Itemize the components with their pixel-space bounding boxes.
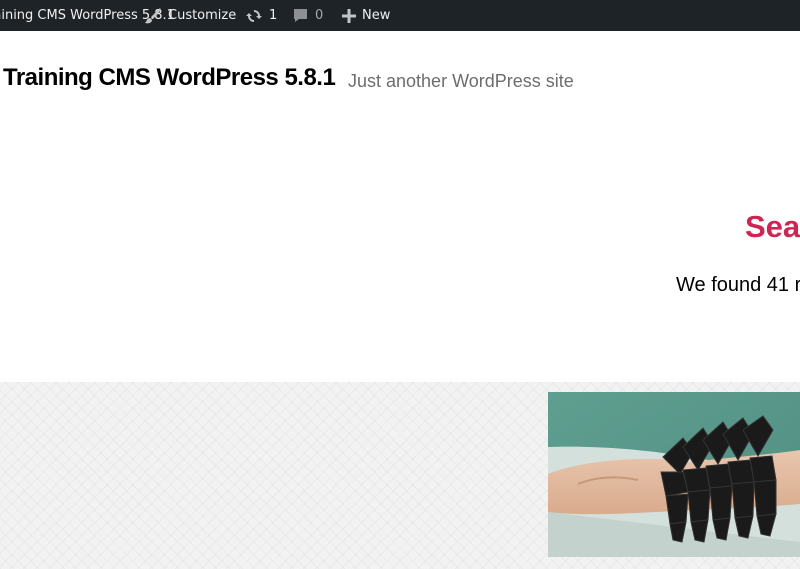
new-content-button[interactable]: New [342,0,390,31]
comments-button[interactable]: 0 [292,0,323,31]
post-featured-image[interactable] [548,392,800,557]
comment-icon [292,7,309,24]
comments-count: 0 [315,8,324,23]
admin-bar: Training CMS WordPress 5.8.1 Customize 1… [0,0,800,31]
updates-button[interactable]: 1 [245,0,277,31]
search-title: Sea [745,209,800,244]
updates-count: 1 [269,8,278,23]
site-title[interactable]: Training CMS WordPress 5.8.1 [3,64,336,92]
new-label: New [362,8,391,23]
paintbrush-icon [144,7,162,25]
customize-button[interactable]: Customize [144,0,236,31]
search-results-count: We found 41 r [676,274,800,296]
customize-label: Customize [168,8,237,23]
site-description: Just another WordPress site [348,71,574,91]
plus-icon [342,8,356,23]
updates-icon [245,7,263,25]
featured-image-graphic [548,392,800,557]
